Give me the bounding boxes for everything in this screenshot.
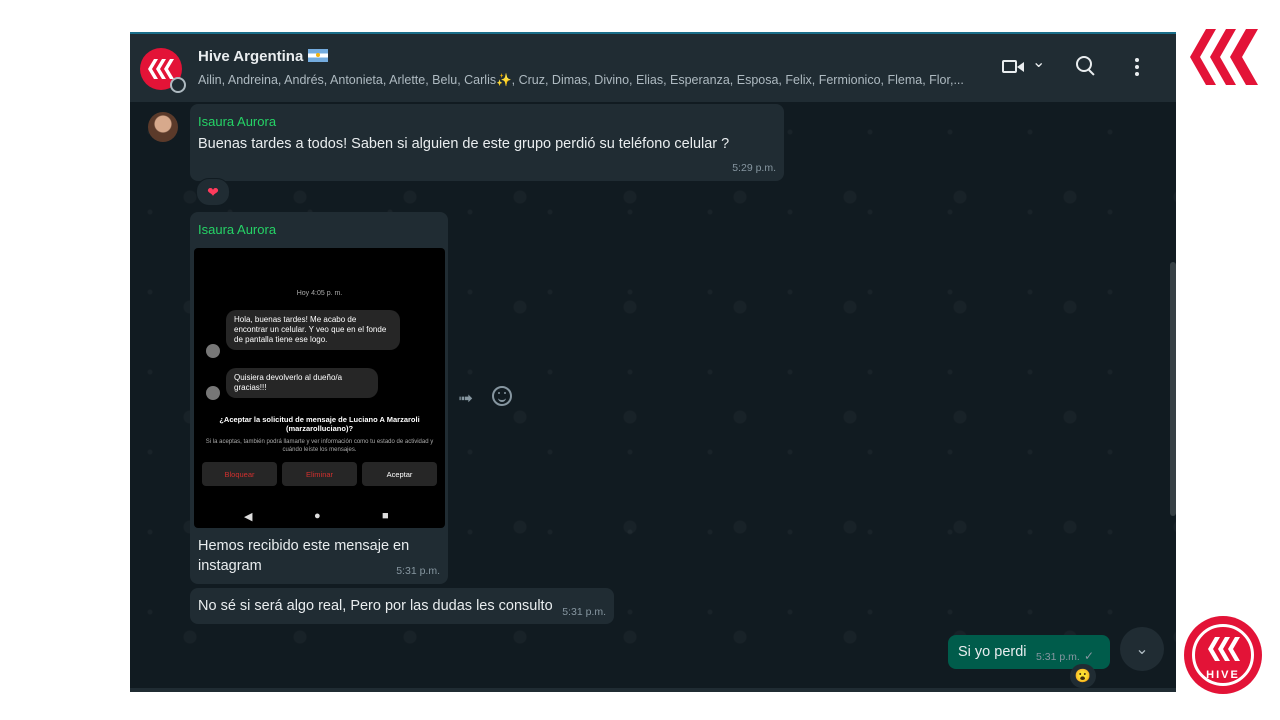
avatar: [206, 344, 220, 358]
reaction-badge[interactable]: ❤: [196, 178, 230, 206]
message-text: No sé si será algo real, Pero por las du…: [198, 598, 553, 614]
screenshot-day: Hoy 4:05 p. m.: [296, 290, 343, 297]
message-text: Si yo perdi: [958, 644, 1027, 660]
accept-button: Aceptar: [362, 462, 437, 486]
sender-name[interactable]: Isaura Aurora: [198, 222, 276, 237]
hive-logo-icon: [1190, 29, 1258, 85]
chat-header[interactable]: Hive Argentina Ailin, Andreina, Andrés, …: [130, 32, 1176, 102]
block-button: Bloquear: [202, 462, 277, 486]
message-bubble[interactable]: Isaura Aurora Buenas tardes a todos! Sab…: [190, 104, 784, 181]
emoji-react-icon[interactable]: [492, 386, 512, 406]
composer-bar: [130, 688, 1176, 692]
screenshot-question: ¿Aceptar la solicitud de mensaje de Luci…: [219, 415, 420, 433]
screenshot-image[interactable]: Hoy 4:05 p. m. Hola, buenas tardes! Me a…: [194, 248, 445, 528]
hive-argentina-badge: HIVE: [1184, 616, 1262, 694]
screenshot-message: Quisiera devolverlo al dueño/a gracias!!…: [226, 368, 378, 398]
avatar[interactable]: [148, 112, 178, 142]
menu-icon[interactable]: [1135, 58, 1139, 79]
message-time: 5:31 p.m.: [562, 606, 606, 618]
video-call-icon[interactable]: [1002, 56, 1030, 78]
message-text: Buenas tardes a todos! Saben si alguien …: [198, 136, 730, 152]
screenshot-message: Hola, buenas tardes! Me acabo de encontr…: [226, 310, 400, 350]
avatar: [206, 386, 220, 400]
status-icon: [170, 77, 186, 93]
scroll-to-bottom-button[interactable]: ⌄: [1120, 627, 1164, 671]
delete-button: Eliminar: [282, 462, 357, 486]
message-time: 5:31 p.m.: [396, 565, 440, 577]
message-bubble[interactable]: No sé si será algo real, Pero por las du…: [190, 588, 614, 624]
group-title[interactable]: Hive Argentina: [198, 48, 329, 65]
reaction-badge[interactable]: 😮: [1070, 664, 1096, 688]
group-avatar[interactable]: [140, 48, 186, 93]
home-nav-icon: ●: [314, 510, 321, 522]
message-text: Hemos recibido este mensaje en instagram: [198, 538, 410, 574]
chat-window: Hive Argentina Ailin, Andreina, Andrés, …: [130, 32, 1176, 692]
message-time: 5:29 p.m.: [732, 162, 776, 174]
hive-wordmark: HIVE: [1206, 669, 1240, 681]
screenshot-note: Si la aceptas, también podrá llamarte y …: [205, 439, 434, 453]
message-time: 5:31 p.m.: [1036, 651, 1080, 663]
search-icon[interactable]: [1076, 56, 1096, 76]
back-nav-icon: ◀: [244, 511, 253, 523]
chevron-down-icon[interactable]: ⌄: [1032, 52, 1045, 72]
scrollbar[interactable]: [1170, 262, 1176, 516]
hive-logo-icon: [148, 59, 174, 79]
hive-logo-icon: [1208, 637, 1240, 661]
group-members[interactable]: Ailin, Andreina, Andrés, Antonieta, Arle…: [198, 73, 964, 88]
image-message-bubble[interactable]: Isaura Aurora Hoy 4:05 p. m. Hola, buena…: [190, 212, 448, 584]
forward-icon[interactable]: ➟: [458, 388, 473, 409]
sender-name[interactable]: Isaura Aurora: [198, 114, 276, 129]
sent-check-icon: ✓: [1084, 649, 1095, 663]
argentina-flag-icon: [308, 49, 329, 62]
recents-nav-icon: ■: [382, 510, 389, 522]
